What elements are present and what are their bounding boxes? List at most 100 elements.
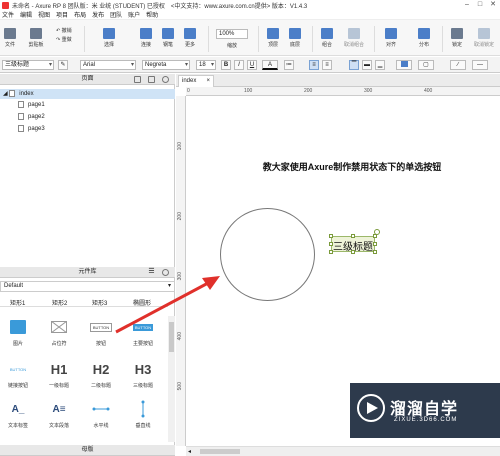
style-edit-icon[interactable]: ✎ <box>58 60 68 70</box>
add-folder-icon[interactable] <box>148 76 155 83</box>
resize-handle[interactable] <box>351 250 355 254</box>
more-button[interactable]: 更多 <box>180 28 200 48</box>
scroll-thumb[interactable] <box>200 449 240 454</box>
resize-handle[interactable] <box>373 242 377 246</box>
resize-handle[interactable] <box>373 250 377 254</box>
watermark: 溜溜自学 ZIXUE.3D66.COM <box>350 383 500 438</box>
pen-button[interactable]: 钢笔 <box>158 28 178 48</box>
more-icon <box>184 28 196 39</box>
widget-h2[interactable]: H2 二级标题 <box>83 360 119 390</box>
text-color-button[interactable]: A <box>262 60 278 70</box>
menu-layout[interactable]: 布局 <box>74 10 86 19</box>
underline-button[interactable]: U <box>247 60 257 70</box>
shadow-icon[interactable]: ▢ <box>418 60 434 70</box>
resize-handle[interactable] <box>329 242 333 246</box>
masters-header: 母版 <box>0 445 175 456</box>
align-center-icon[interactable]: ≡ <box>322 60 332 70</box>
bring-to-top-icon <box>267 28 279 39</box>
library-title: 元件库 <box>78 269 97 275</box>
minimize-button[interactable]: – <box>463 1 471 9</box>
distribute-button[interactable]: 分布 <box>412 28 436 48</box>
widget-h3[interactable]: H3 三级标题 <box>125 360 161 390</box>
search-icon[interactable] <box>162 76 169 83</box>
font-weight-select[interactable]: Negreta <box>142 60 190 70</box>
line-color-icon[interactable]: ∕ <box>450 60 466 70</box>
style-select[interactable]: 三级标题 <box>2 60 54 70</box>
page-index[interactable]: ◢ index <box>0 89 175 99</box>
align-middle-icon[interactable]: ▬ <box>362 60 372 70</box>
fill-color-icon[interactable] <box>396 60 412 70</box>
menu-file[interactable]: 文件 <box>2 10 14 19</box>
zoom-select[interactable]: 100% <box>216 29 248 39</box>
tab-index[interactable]: index × <box>178 75 214 87</box>
font-select[interactable]: Arial <box>80 60 136 70</box>
horizontal-scrollbar[interactable]: ◂ <box>186 446 500 456</box>
line-style-icon[interactable]: — <box>472 60 488 70</box>
group-button[interactable]: 组合 <box>318 28 336 48</box>
widget-horizontal-line[interactable]: 水平线 <box>83 400 119 429</box>
resize-handle[interactable] <box>329 250 333 254</box>
file-button[interactable]: 文件 <box>2 28 18 48</box>
app-icon <box>2 1 9 9</box>
ungroup-button[interactable]: 取消组合 <box>340 28 368 48</box>
h3-icon: H3 <box>134 361 152 377</box>
menu-help[interactable]: 帮助 <box>146 10 158 19</box>
connect-icon <box>140 28 152 39</box>
page-page1[interactable]: page1 <box>0 100 175 110</box>
menu-view[interactable]: 视图 <box>38 10 50 19</box>
canvas-heading[interactable]: 教大家使用Axure制作禁用状态下的单选按钮 <box>222 160 482 173</box>
align-top-icon[interactable]: ▔ <box>349 60 359 70</box>
rotate-handle[interactable] <box>374 229 380 235</box>
align-left-icon[interactable]: ≡ <box>309 60 319 70</box>
undo-button[interactable]: ↶ 撤销 <box>56 27 78 34</box>
menu-edit[interactable]: 编辑 <box>20 10 32 19</box>
clipboard-button[interactable]: 剪贴板 <box>24 28 48 48</box>
menu-team[interactable]: 团队 <box>110 10 122 19</box>
bring-to-top-button[interactable]: 顶层 <box>264 28 282 48</box>
align-bottom-icon[interactable]: ▁ <box>375 60 385 70</box>
format-bar: 三级标题 ✎ Arial Negreta 18 B I U A ≔ ≡ ≡ ▔ … <box>0 57 500 73</box>
menu-publish[interactable]: 发布 <box>92 10 104 19</box>
group-icon <box>321 28 333 39</box>
horizontal-line-icon <box>83 400 119 418</box>
widget-rect3[interactable]: 矩形3 <box>92 298 107 307</box>
menu-project[interactable]: 项目 <box>56 10 68 19</box>
align-button[interactable]: 对齐 <box>380 28 402 48</box>
maximize-button[interactable]: □ <box>476 1 484 9</box>
pages-title: 页面 <box>81 76 94 82</box>
menu-account[interactable]: 账户 <box>128 10 140 19</box>
widget-text-label[interactable]: A_ 文本标签 <box>0 400 36 430</box>
bold-button[interactable]: B <box>221 60 231 70</box>
widget-paragraph[interactable]: A≡ 文本段落 <box>41 400 77 430</box>
widget-rect2[interactable]: 矩形2 <box>52 298 67 307</box>
resize-handle[interactable] <box>329 234 333 238</box>
widget-vertical-line[interactable]: 垂直线 <box>125 400 161 429</box>
connect-button[interactable]: 连接 <box>136 28 156 48</box>
page-page2[interactable]: page2 <box>0 112 175 122</box>
bullet-list-icon[interactable]: ≔ <box>284 60 294 70</box>
resize-handle[interactable] <box>351 234 355 238</box>
redo-button[interactable]: ↷ 重做 <box>56 36 78 43</box>
text-label-icon: A_ <box>11 403 25 415</box>
select-button[interactable]: 选择 <box>98 28 120 48</box>
ellipse-shape[interactable] <box>220 208 315 301</box>
scroll-left-icon[interactable]: ◂ <box>188 448 191 455</box>
lock-button[interactable]: 锁定 <box>448 28 466 48</box>
widget-image[interactable]: 图片 <box>0 318 36 347</box>
lock-icon <box>451 28 463 39</box>
add-page-icon[interactable] <box>134 76 141 83</box>
font-size-select[interactable]: 18 <box>196 60 216 70</box>
select-icon <box>103 28 115 39</box>
unlock-button[interactable]: 取消锁定 <box>470 28 498 48</box>
page-page3[interactable]: page3 <box>0 124 175 134</box>
send-to-bottom-button[interactable]: 底层 <box>286 28 304 48</box>
italic-button[interactable]: I <box>234 60 244 70</box>
widget-h1[interactable]: H1 一级标题 <box>41 360 77 390</box>
horizontal-ruler: 0 100 200 300 400 <box>186 87 500 96</box>
close-tab-icon[interactable]: × <box>206 76 210 87</box>
widget-rect1[interactable]: 矩形1 <box>10 298 25 307</box>
widget-link-button[interactable]: BUTTON 链接按钮 <box>0 360 36 390</box>
close-button[interactable]: ✕ <box>489 1 497 9</box>
widget-placeholder[interactable]: 占位符 <box>41 318 77 347</box>
tab-bar <box>176 74 500 87</box>
